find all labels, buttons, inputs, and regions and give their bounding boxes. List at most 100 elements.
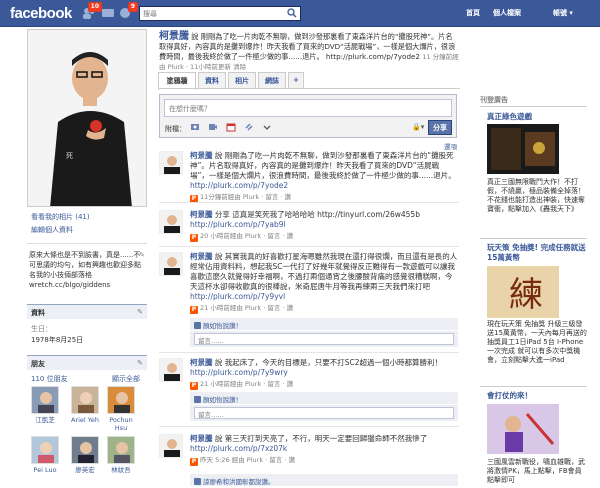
link-attach-icon[interactable] [244,122,254,132]
photo-attach-icon[interactable] [190,122,200,132]
profile-name[interactable]: 柯景騰 [159,31,189,42]
messages-icon[interactable] [101,6,115,20]
view-photos-link[interactable]: 看看我的相片 (41) [31,212,90,222]
friend-tile[interactable]: Pei Luo [30,436,60,474]
friends-count[interactable]: 110 位朋友 [31,374,68,384]
story-text: 說 我起床了，今天的目標是，只要不打SC2超過一個小時都算勝利！ [214,358,443,367]
comment-box: 留言…… [190,331,458,347]
edit-pencil-icon[interactable]: ✎ [137,359,143,367]
status-clear-link[interactable]: 清除 [233,63,246,71]
info-section-title: 資料 [31,309,45,317]
friend-tile[interactable]: Ariel Yeh [70,386,100,424]
story-meta-text: 21 小時前經由 Plurk · 留言 · 讚 [200,380,294,388]
video-attach-icon[interactable] [208,122,218,132]
svg-text:死: 死 [66,152,73,160]
tab-info[interactable]: 資料 [198,72,226,89]
story-item: 柯景騰 說 第三天打到天亮了，不行，明天一定要回歸獵命師不然我慘了 http:/… [159,434,459,466]
facebook-logo[interactable]: facebook [10,5,72,22]
composer-input[interactable]: 在想什麼嗎？ [164,99,452,117]
ad-separator [480,386,587,387]
nav-account[interactable]: 帳號 ▾ [553,8,573,18]
story-avatar[interactable] [159,434,183,458]
story-avatar[interactable] [159,151,183,175]
story-avatar[interactable] [159,252,183,276]
story-link[interactable]: http://plurk.com/p/7xz07k [190,444,287,453]
event-attach-icon[interactable] [226,122,236,132]
story-meta: P 21 小時前經由 Plurk · 留言 · 讚 [190,303,458,314]
search-input[interactable]: 搜尋 [139,6,301,21]
comment-input[interactable]: 留言…… [194,407,454,419]
nav-home[interactable]: 首頁 [466,8,480,18]
share-button[interactable]: 分享 [428,120,452,135]
ad-title[interactable]: 會打仗的來！ [487,391,587,401]
friend-tile[interactable]: 廖英宏 [70,436,100,474]
story-link[interactable]: http://plurk.com/p/7yab9l [190,220,286,229]
friend-tile[interactable]: Pochun Hsu [106,386,136,432]
story-avatar[interactable] [159,358,183,382]
status-text: 說 剛剛為了吃一片肉乾不無聊，做到沙發那裏看了東森洋片台的“攤股死神”。片名取得… [159,32,456,61]
story-author[interactable]: 柯景騰 [190,252,213,261]
edit-profile-link[interactable]: 編輯個人資料 [31,225,73,235]
story-author[interactable]: 柯景騰 [190,210,213,219]
ad-title[interactable]: 真正綠色遊戲 [487,112,587,122]
ad-image[interactable] [487,404,559,454]
friend-tile[interactable]: 林紋吾 [106,436,136,474]
story-body: 柯景騰 說 其實我真的好喜歡打星海嗯雖然我現在還打得很爛，而且還有是長的人經常佔… [190,252,458,314]
friends-see-all-link[interactable]: 顯示全部 [112,374,140,384]
story-text: 說 其實我真的好喜歡打星海嗯雖然我現在還打得很爛，而且還有是長的人經常佔用資料料… [190,252,458,291]
story-author[interactable]: 柯景騰 [190,151,213,160]
tab-add[interactable]: + [288,72,304,89]
profile-picture[interactable]: 死 [27,29,147,207]
story-author[interactable]: 柯景騰 [190,358,213,367]
nav-profile[interactable]: 個人檔案 [493,8,521,18]
ad-text: 三國風雲新戰役，嘯血雄戰，武將激情PK，馬上點擊，FB會員點擊即可 [487,458,585,484]
story-link[interactable]: http://plurk.com/p/7y9yvl [190,292,285,301]
search-icon[interactable] [287,8,297,18]
story-meta: P 昨天 5:26 經由 Plurk · 留言 · 讚 [190,455,458,466]
tab-notes[interactable]: 網誌 [258,72,286,89]
edit-pencil-icon[interactable]: ✎ [139,251,145,259]
plurk-icon: P [190,382,198,390]
attach-label: 附檔： [165,125,186,133]
comment-input[interactable]: 留言…… [194,333,454,345]
privacy-lock-icon[interactable]: 🔒▾ [412,123,424,131]
story-meta-text: 11分鐘前經由 Plurk · 留言 · 讚 [200,193,292,201]
story-meta: P 21 小時前經由 Plurk · 留言 · 讚 [190,379,458,390]
like-text[interactable]: 顏如怡說讚！ [203,396,242,404]
notifications-badge: 9 [127,2,138,12]
comment-box: 留言…… [190,405,458,421]
plurk-icon: P [190,458,198,466]
notifications-icon[interactable]: 9 [118,2,138,20]
tab-photos[interactable]: 相片 [228,72,256,89]
like-text[interactable]: 諒廖希和洪國彰都說讚。 [203,478,275,486]
more-attach-icon[interactable] [262,122,272,132]
ads-header[interactable]: 刊登廣告 [480,95,508,105]
like-bar: 顏如怡說讚！ [190,392,458,404]
story-body: 柯景騰 分享 這真是笑死我了哈哈哈哈 http://tinyurl.com/26… [190,210,458,242]
options-link[interactable]: 選項 [444,141,457,151]
ad-text: 真正三國無限戰鬥大作！不打假，不繞贏，極品裝備全掉落！不花錢也能打造出神裝，快速… [487,178,585,213]
story-meta-text: 20 小時前經由 Plurk · 留言 · 讚 [200,232,294,240]
ad-image[interactable] [487,124,559,174]
friend-name: 廖英宏 [75,466,95,474]
story-link[interactable]: http://plurk.com/p/7yode2 [190,181,288,190]
friend-tile[interactable]: 江凱芝 [30,386,60,424]
plurk-icon: P [190,234,198,242]
ad-image[interactable]: 練 [487,266,559,318]
ad-title[interactable]: 玩天策 免抽獎! 完成任務就送15萬黃幣 [487,243,587,263]
story-text: 分享 這真是笑死我了哈哈哈哈 http://tinyurl.com/26w455… [214,210,420,219]
edit-pencil-icon[interactable]: ✎ [137,308,143,316]
story-avatar[interactable] [159,210,183,234]
ad-separator [480,106,587,107]
like-bar: 諒廖希和洪國彰都說讚。 [190,474,458,486]
like-text[interactable]: 顏如怡說讚！ [203,322,242,330]
story-item: 柯景騰 說 剛剛為了吃一片肉乾不無聊，做到沙發那裏看了東森洋片台的“攤股死神”。… [159,151,459,203]
story-link[interactable]: http://plurk.com/p/7y9wry [190,368,288,377]
story-author[interactable]: 柯景騰 [190,434,213,443]
story-item: 柯景騰 說 其實我真的好喜歡打星海嗯雖然我現在還打得很爛，而且還有是長的人經常佔… [159,252,459,314]
friend-name: 林紋吾 [111,466,131,474]
friend-requests-icon[interactable]: 10 [82,2,102,20]
friends-section-title: 朋友 [31,360,45,368]
birthday-value: 1978年8月25日 [31,336,84,344]
thumbs-up-icon [194,396,201,403]
